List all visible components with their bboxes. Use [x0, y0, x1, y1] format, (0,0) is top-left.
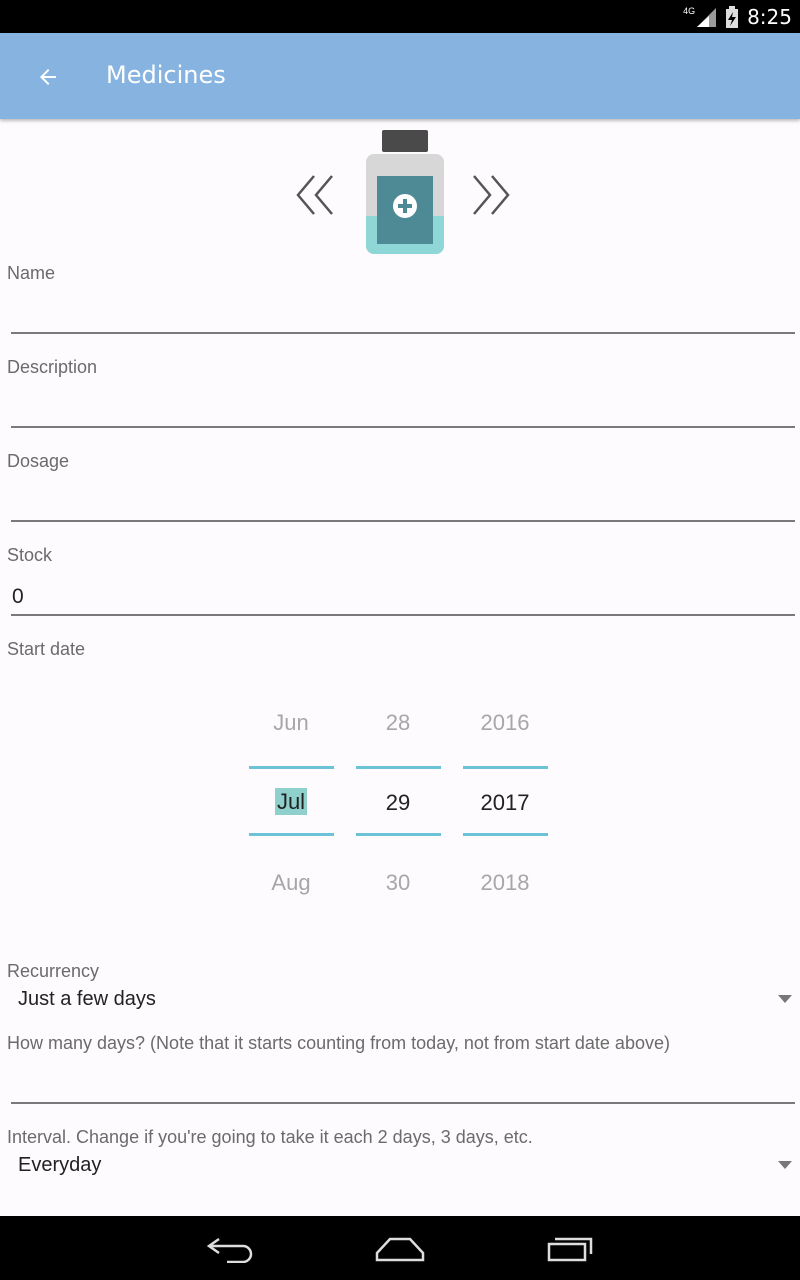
nav-recents-icon	[547, 1237, 593, 1262]
day-next[interactable]: 30	[355, 870, 441, 896]
month-divider-bottom	[249, 833, 334, 836]
app-bar: Medicines	[0, 33, 800, 119]
month-divider-top	[249, 766, 334, 769]
back-button[interactable]	[24, 53, 72, 101]
year-divider-bottom	[463, 833, 548, 836]
interval-label: Interval. Change if you're going to take…	[7, 1127, 533, 1147]
year-selected[interactable]: 2017	[462, 790, 548, 816]
nav-home-icon	[375, 1237, 425, 1262]
double-chevron-right-icon[interactable]	[466, 170, 516, 220]
stock-input[interactable]: 0	[12, 585, 24, 609]
status-bar: 4G 8:25	[0, 0, 800, 33]
page-title: Medicines	[106, 61, 226, 89]
signal-icon	[697, 8, 717, 27]
stock-label: Stock	[7, 545, 53, 565]
day-selected[interactable]: 29	[355, 790, 441, 816]
dropdown-arrow-icon	[778, 1161, 792, 1169]
medicine-bottle-icon	[366, 130, 444, 254]
year-prev[interactable]: 2016	[462, 710, 548, 736]
recurrency-label: Recurrency	[7, 961, 100, 981]
dropdown-arrow-icon	[778, 995, 792, 1003]
medicine-image-pager	[0, 125, 800, 260]
status-time: 8:25	[747, 5, 792, 29]
month-selected[interactable]: Jul	[248, 788, 334, 815]
interval-spinner[interactable]: Everyday	[0, 1150, 800, 1184]
how-many-days-label: How many days? (Note that it starts coun…	[7, 1033, 670, 1053]
name-label: Name	[7, 263, 56, 283]
battery-icon	[726, 6, 739, 28]
recurrency-spinner[interactable]: Just a few days	[0, 984, 800, 1018]
start-date-label: Start date	[7, 639, 86, 659]
system-nav-bar	[0, 1216, 800, 1280]
year-divider-top	[463, 766, 548, 769]
dosage-underline	[11, 520, 795, 522]
name-underline	[11, 332, 795, 334]
arrow-back-icon	[40, 69, 56, 85]
nav-back-button[interactable]	[190, 1228, 270, 1268]
how-many-days-underline	[11, 1102, 795, 1104]
stock-underline	[11, 614, 795, 616]
nav-home-button[interactable]	[360, 1228, 440, 1268]
description-underline	[11, 426, 795, 428]
description-label: Description	[7, 357, 98, 377]
status-icons: 4G 8:25	[683, 4, 792, 30]
day-prev[interactable]: 28	[355, 710, 441, 736]
month-prev[interactable]: Jun	[248, 710, 334, 736]
recurrency-value: Just a few days	[18, 988, 156, 1010]
interval-value: Everyday	[18, 1154, 102, 1176]
network-type-label: 4G	[683, 6, 696, 16]
year-next[interactable]: 2018	[462, 870, 548, 896]
day-divider-top	[356, 766, 441, 769]
nav-back-icon	[206, 1237, 253, 1263]
month-next[interactable]: Aug	[248, 870, 334, 896]
month-selected-text: Jul	[274, 788, 308, 815]
nav-recents-button[interactable]	[530, 1228, 610, 1268]
start-date-picker: Jun Jul Aug 28 29 30 2016 2017 2018	[0, 690, 800, 920]
dosage-label: Dosage	[7, 451, 70, 471]
day-divider-bottom	[356, 833, 441, 836]
double-chevron-left-icon[interactable]	[292, 170, 342, 220]
